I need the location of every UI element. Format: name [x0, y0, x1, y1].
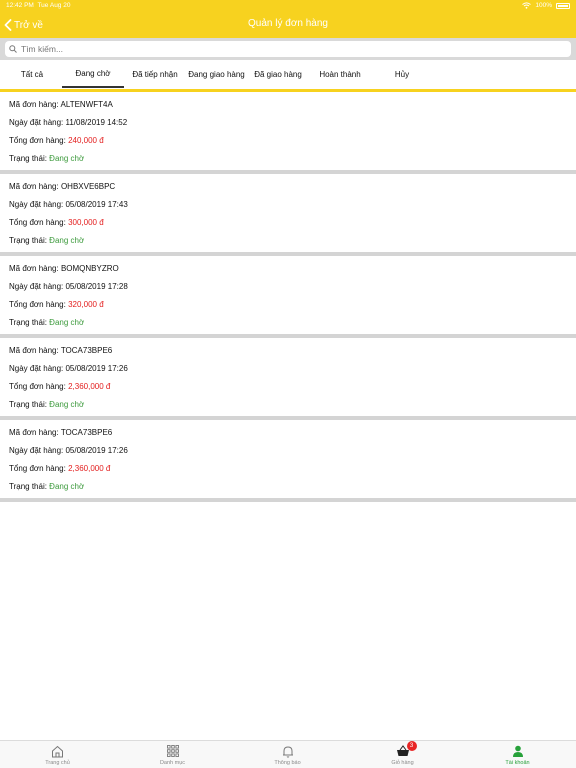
order-status-line: Trạng thái: Đang chờ: [9, 236, 85, 245]
order-total: 320,000 đ: [68, 300, 104, 309]
order-total-line: Tổng đơn hàng: 2,360,000 đ: [9, 464, 111, 473]
order-date: 05/08/2019 17:26: [65, 446, 128, 455]
order-code: TOCA73BPE6: [60, 428, 113, 437]
order-code-line: Mã đơn hàng: ALTENWFT4A: [9, 100, 113, 109]
bell-icon: [282, 745, 293, 758]
battery-percent: 100%: [535, 2, 552, 9]
tabbar-notifications[interactable]: Thông báo: [230, 743, 345, 768]
order-total: 300,000 đ: [68, 218, 104, 227]
tab-pending[interactable]: Đang chờ: [62, 60, 124, 88]
wifi-icon: [522, 2, 532, 9]
order-date: 11/08/2019 14:52: [65, 118, 128, 127]
bottom-tab-bar: Trang chủ Danh mục Thông báo 3 Giỏ hàng …: [0, 740, 576, 768]
order-code: TOCA73BPE6: [60, 346, 113, 355]
order-status-line: Trạng thái: Đang chờ: [9, 154, 85, 163]
order-card[interactable]: Mã đơn hàng: TOCA73BPE6 Ngày đặt hàng: 0…: [0, 338, 576, 420]
order-code-line: Mã đơn hàng: BOMQNBYZRO: [9, 264, 119, 273]
order-status-line: Trạng thái: Đang chờ: [9, 482, 85, 491]
order-code-line: Mã đơn hàng: TOCA73BPE6: [9, 346, 113, 355]
tabbar-account[interactable]: Tài khoản: [460, 743, 575, 768]
page-title: Quản lý đơn hàng: [248, 18, 328, 29]
order-date-line: Ngày đặt hàng: 05/08/2019 17:43: [9, 200, 128, 209]
status-right: 100%: [522, 2, 570, 9]
order-card[interactable]: Mã đơn hàng: BOMQNBYZRO Ngày đặt hàng: 0…: [0, 256, 576, 338]
tab-completed[interactable]: Hoàn thành: [308, 60, 372, 88]
tabbar-label: Thông báo: [274, 760, 301, 766]
tabbar-cart[interactable]: 3 Giỏ hàng: [345, 741, 460, 768]
order-status: Đang chờ: [49, 482, 85, 491]
tab-all[interactable]: Tất cả: [4, 60, 60, 88]
home-icon: [52, 745, 63, 757]
order-code: BOMQNBYZRO: [60, 264, 119, 273]
order-date: 05/08/2019 17:43: [65, 200, 128, 209]
order-total-line: Tổng đơn hàng: 300,000 đ: [9, 218, 104, 227]
order-card[interactable]: Mã đơn hàng: OHBXVE6BPC Ngày đặt hàng: 0…: [0, 174, 576, 256]
search-box: [5, 41, 571, 57]
tab-accepted[interactable]: Đã tiếp nhận: [126, 60, 184, 88]
order-status-line: Trạng thái: Đang chờ: [9, 400, 85, 409]
order-status: Đang chờ: [49, 400, 85, 409]
tab-delivered[interactable]: Đã giao hàng: [249, 60, 307, 88]
order-status-tabs: Tất cả Đang chờ Đã tiếp nhận Đang giao h…: [0, 60, 576, 90]
order-total: 2,360,000 đ: [68, 382, 111, 391]
tab-cancelled[interactable]: Hủy: [374, 60, 430, 88]
order-date-line: Ngày đặt hàng: 11/08/2019 14:52: [9, 118, 128, 127]
user-icon: [512, 745, 523, 757]
order-code: OHBXVE6BPC: [60, 182, 116, 191]
tabbar-categories[interactable]: Danh mục: [115, 743, 230, 768]
order-status: Đang chờ: [49, 318, 85, 327]
order-total-line: Tổng đơn hàng: 2,360,000 đ: [9, 382, 111, 391]
search-bar: [0, 38, 576, 60]
order-status-line: Trạng thái: Đang chờ: [9, 318, 85, 327]
tabbar-label: Danh mục: [159, 760, 186, 766]
order-total: 2,360,000 đ: [68, 464, 111, 473]
search-input[interactable]: [21, 44, 561, 54]
status-time: 12:42 PM Tue Aug 20: [6, 2, 71, 9]
nav-bar: Trở về Quản lý đơn hàng: [0, 12, 576, 38]
order-date-line: Ngày đặt hàng: 05/08/2019 17:26: [9, 364, 128, 373]
order-list: Mã đơn hàng: ALTENWFT4A Ngày đặt hàng: 1…: [0, 92, 576, 502]
order-card[interactable]: Mã đơn hàng: TOCA73BPE6 Ngày đặt hàng: 0…: [0, 420, 576, 502]
grid-icon: [166, 745, 179, 757]
search-icon: [9, 45, 17, 53]
order-total-line: Tổng đơn hàng: 320,000 đ: [9, 300, 104, 309]
order-date: 05/08/2019 17:26: [65, 364, 128, 373]
tabbar-label: Trang chủ: [45, 760, 70, 766]
order-card[interactable]: Mã đơn hàng: ALTENWFT4A Ngày đặt hàng: 1…: [0, 92, 576, 174]
order-code-line: Mã đơn hàng: OHBXVE6BPC: [9, 182, 116, 191]
tabbar-home[interactable]: Trang chủ: [0, 743, 115, 768]
tab-shipping[interactable]: Đang giao hàng: [185, 60, 248, 88]
order-date-line: Ngày đặt hàng: 05/08/2019 17:26: [9, 446, 128, 455]
order-code: ALTENWFT4A: [60, 100, 113, 109]
tabbar-label: Tài khoản: [505, 760, 530, 766]
order-total-line: Tổng đơn hàng: 240,000 đ: [9, 136, 104, 145]
status-bar: 12:42 PM Tue Aug 20 100%: [0, 0, 576, 12]
order-code-line: Mã đơn hàng: TOCA73BPE6: [9, 428, 113, 437]
battery-icon: [556, 2, 570, 9]
order-total: 240,000 đ: [68, 136, 104, 145]
tabbar-label: Giỏ hàng: [391, 760, 414, 766]
order-date-line: Ngày đặt hàng: 05/08/2019 17:28: [9, 282, 128, 291]
order-date: 05/08/2019 17:28: [65, 282, 128, 291]
order-status: Đang chờ: [49, 236, 85, 245]
cart-badge: 3: [406, 741, 417, 751]
order-status: Đang chờ: [49, 154, 85, 163]
